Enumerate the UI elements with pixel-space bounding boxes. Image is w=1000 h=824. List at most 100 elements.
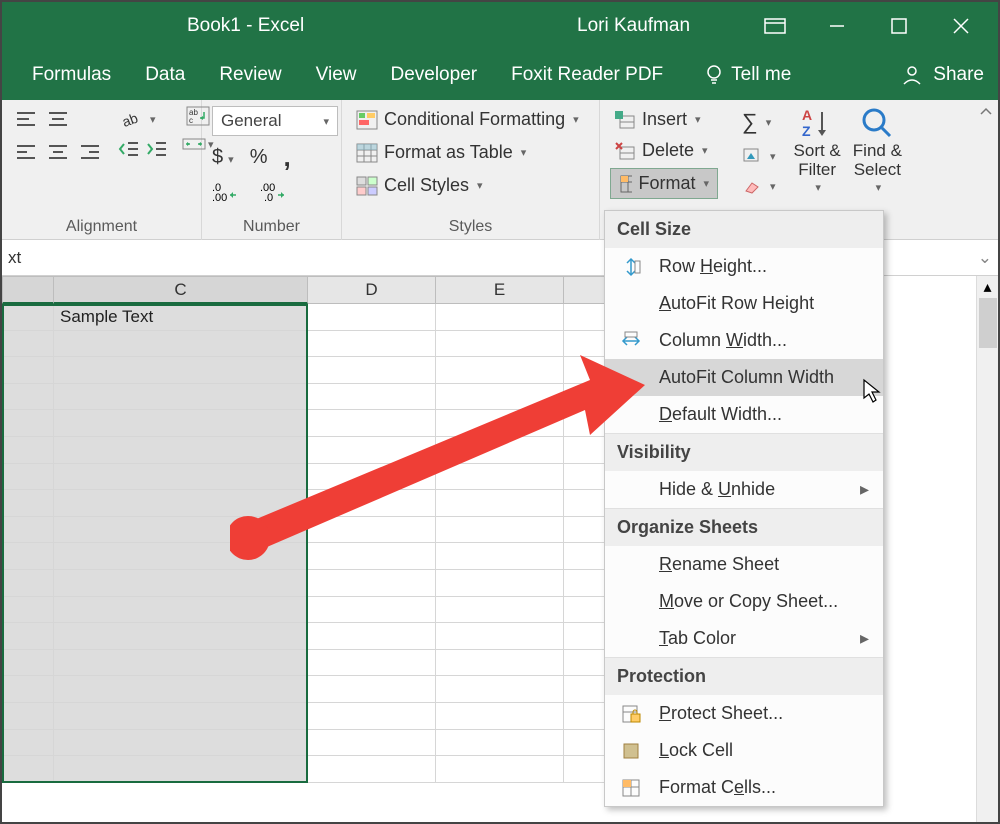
close-button[interactable] bbox=[930, 5, 992, 47]
cell-styles-button[interactable]: Cell Styles▾ bbox=[352, 172, 589, 199]
cell[interactable] bbox=[308, 623, 436, 650]
insert-button[interactable]: Insert ▾ bbox=[610, 106, 718, 133]
cell[interactable] bbox=[2, 730, 54, 757]
cell[interactable] bbox=[2, 437, 54, 464]
cell[interactable] bbox=[308, 756, 436, 783]
cell[interactable]: Sample Text bbox=[54, 304, 308, 331]
cell[interactable] bbox=[436, 304, 564, 331]
cell[interactable] bbox=[436, 570, 564, 597]
vertical-scrollbar[interactable]: ▴ bbox=[976, 276, 998, 822]
cell[interactable] bbox=[2, 357, 54, 384]
column-header[interactable]: E bbox=[436, 276, 564, 304]
conditional-formatting-button[interactable]: Conditional Formatting▾ bbox=[352, 106, 589, 133]
comma-button[interactable]: , bbox=[284, 142, 291, 173]
cell[interactable] bbox=[2, 304, 54, 331]
cell[interactable] bbox=[54, 730, 308, 757]
tab-review[interactable]: Review bbox=[219, 64, 281, 86]
scroll-up-icon[interactable]: ▴ bbox=[977, 276, 998, 298]
cell[interactable] bbox=[436, 676, 564, 703]
minimize-button[interactable] bbox=[806, 5, 868, 47]
share-button[interactable]: Share bbox=[901, 64, 984, 86]
cell[interactable] bbox=[54, 570, 308, 597]
cell[interactable] bbox=[308, 703, 436, 730]
cell[interactable] bbox=[436, 597, 564, 624]
maximize-button[interactable] bbox=[868, 5, 930, 47]
align-right-icon[interactable] bbox=[76, 138, 104, 166]
cell[interactable] bbox=[436, 730, 564, 757]
menu-item[interactable]: Row Height... bbox=[605, 248, 883, 285]
cell[interactable] bbox=[308, 730, 436, 757]
currency-button[interactable]: $ ▾ bbox=[212, 146, 234, 169]
format-button[interactable]: Format▾ bbox=[610, 168, 718, 199]
cell[interactable] bbox=[2, 464, 54, 491]
cell[interactable] bbox=[308, 676, 436, 703]
tell-me[interactable]: Tell me bbox=[705, 64, 791, 86]
cell[interactable] bbox=[2, 570, 54, 597]
autosum-button[interactable]: ∑ ▾ bbox=[738, 106, 775, 138]
ribbon-collapse-icon[interactable] bbox=[978, 104, 994, 125]
decrease-indent-icon[interactable] bbox=[118, 140, 140, 158]
cell[interactable] bbox=[54, 597, 308, 624]
tab-formulas[interactable]: Formulas bbox=[32, 64, 111, 86]
align-center-icon[interactable] bbox=[44, 138, 72, 166]
cell[interactable] bbox=[2, 623, 54, 650]
orientation-button[interactable]: ab▾ bbox=[118, 106, 168, 132]
tell-me-label: Tell me bbox=[731, 64, 791, 86]
sort-filter-button[interactable]: AZ Sort &Filter▾ bbox=[794, 106, 841, 198]
cell[interactable] bbox=[308, 570, 436, 597]
format-as-table-button[interactable]: Format as Table▾ bbox=[352, 139, 589, 166]
align-left-icon[interactable] bbox=[12, 138, 40, 166]
tab-developer[interactable]: Developer bbox=[390, 64, 477, 86]
cell[interactable] bbox=[2, 597, 54, 624]
find-select-button[interactable]: Find &Select▾ bbox=[853, 106, 902, 198]
decrease-decimal-icon[interactable]: .00.0 bbox=[260, 181, 288, 205]
menu-item[interactable]: Move or Copy Sheet... bbox=[605, 583, 883, 620]
ribbon-display-icon[interactable] bbox=[744, 5, 806, 47]
menu-item[interactable]: Format Cells... bbox=[605, 769, 883, 806]
cell[interactable] bbox=[436, 756, 564, 783]
cell[interactable] bbox=[308, 650, 436, 677]
cell[interactable] bbox=[2, 676, 54, 703]
tab-data[interactable]: Data bbox=[145, 64, 185, 86]
percent-button[interactable]: % bbox=[250, 146, 268, 169]
cell[interactable] bbox=[54, 623, 308, 650]
cell[interactable] bbox=[54, 756, 308, 783]
cell[interactable] bbox=[308, 597, 436, 624]
cell[interactable] bbox=[2, 543, 54, 570]
column-header[interactable]: D bbox=[308, 276, 436, 304]
cell[interactable] bbox=[2, 331, 54, 358]
clear-button[interactable]: ▾ bbox=[738, 174, 780, 198]
svg-text:c: c bbox=[189, 116, 193, 125]
cell[interactable] bbox=[2, 756, 54, 783]
formula-expand-icon[interactable]: ⌄ bbox=[978, 248, 992, 268]
cell[interactable] bbox=[54, 650, 308, 677]
menu-item[interactable]: Lock Cell bbox=[605, 732, 883, 769]
cell[interactable] bbox=[2, 650, 54, 677]
cell[interactable] bbox=[436, 703, 564, 730]
tab-foxit[interactable]: Foxit Reader PDF bbox=[511, 64, 663, 86]
cell[interactable] bbox=[54, 676, 308, 703]
align-top-icon[interactable] bbox=[12, 106, 40, 134]
tab-view[interactable]: View bbox=[316, 64, 357, 86]
fill-button[interactable]: ▾ bbox=[738, 144, 780, 168]
menu-item[interactable]: AutoFit Row Height bbox=[605, 285, 883, 322]
cell[interactable] bbox=[436, 623, 564, 650]
cell[interactable] bbox=[2, 703, 54, 730]
cell[interactable] bbox=[2, 490, 54, 517]
cell[interactable] bbox=[2, 410, 54, 437]
cell[interactable] bbox=[308, 304, 436, 331]
delete-button[interactable]: Delete ▾ bbox=[610, 137, 718, 164]
cell[interactable] bbox=[2, 517, 54, 544]
number-format-dropdown[interactable]: General ▾ bbox=[212, 106, 338, 136]
scroll-thumb[interactable] bbox=[979, 298, 997, 348]
menu-item[interactable]: Tab Color▸ bbox=[605, 620, 883, 657]
cell[interactable] bbox=[54, 703, 308, 730]
column-header[interactable]: C bbox=[54, 276, 308, 304]
menu-item[interactable]: Protect Sheet... bbox=[605, 695, 883, 732]
align-middle-icon[interactable] bbox=[44, 106, 72, 134]
increase-indent-icon[interactable] bbox=[146, 140, 168, 158]
column-header[interactable] bbox=[2, 276, 54, 304]
cell[interactable] bbox=[2, 384, 54, 411]
cell[interactable] bbox=[436, 650, 564, 677]
increase-decimal-icon[interactable]: .0.00 bbox=[212, 181, 240, 205]
